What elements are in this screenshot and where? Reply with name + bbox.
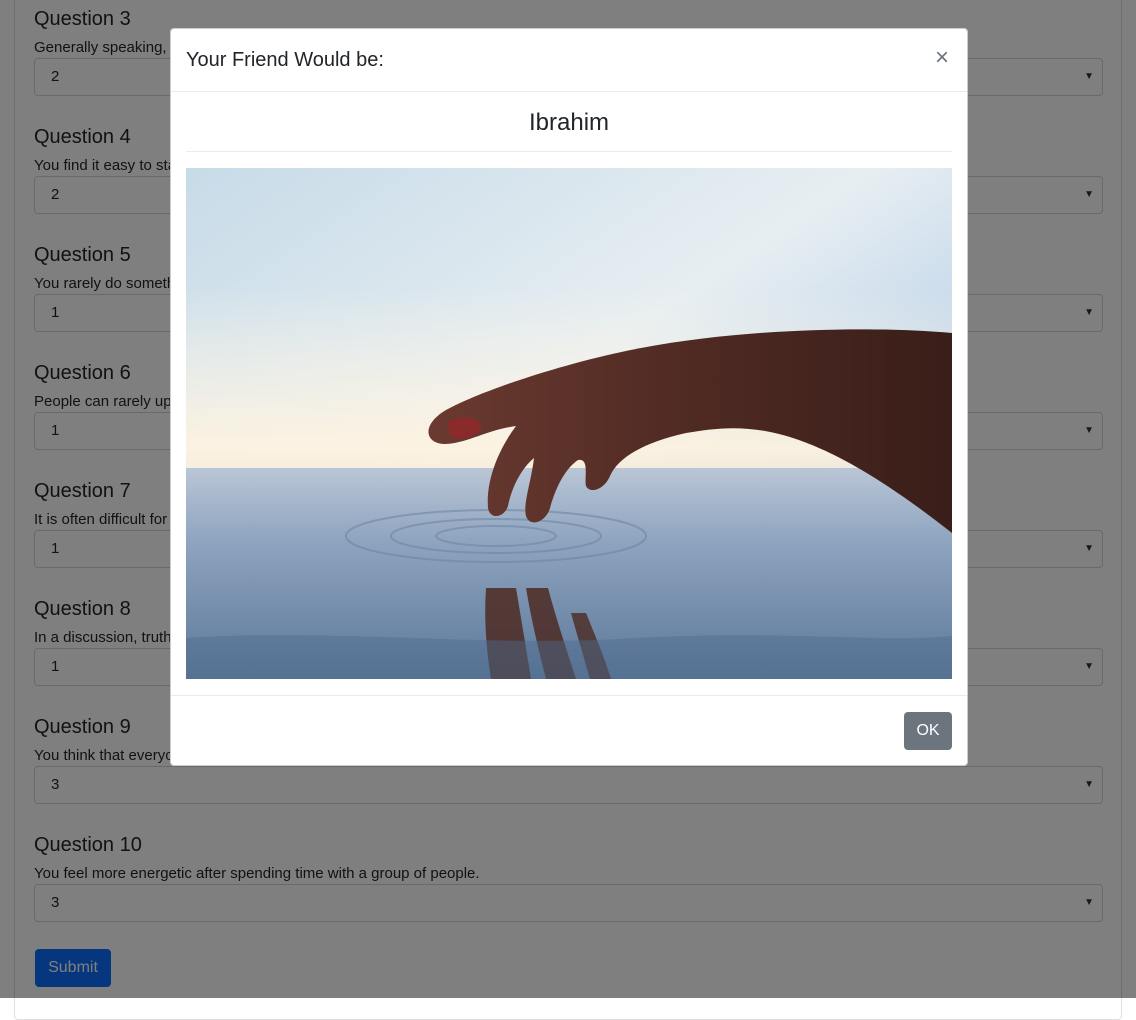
result-modal: Your Friend Would be: × Ibrahim OK bbox=[170, 28, 968, 766]
modal-title: Your Friend Would be: bbox=[186, 49, 384, 71]
friend-name: Ibrahim bbox=[528, 109, 610, 136]
divider bbox=[186, 151, 952, 152]
ok-button[interactable]: OK bbox=[904, 712, 952, 750]
friend-photo bbox=[186, 168, 952, 679]
modal-footer-divider bbox=[171, 695, 967, 696]
close-icon[interactable]: × bbox=[935, 46, 949, 70]
modal-header: Your Friend Would be: × bbox=[171, 29, 967, 92]
